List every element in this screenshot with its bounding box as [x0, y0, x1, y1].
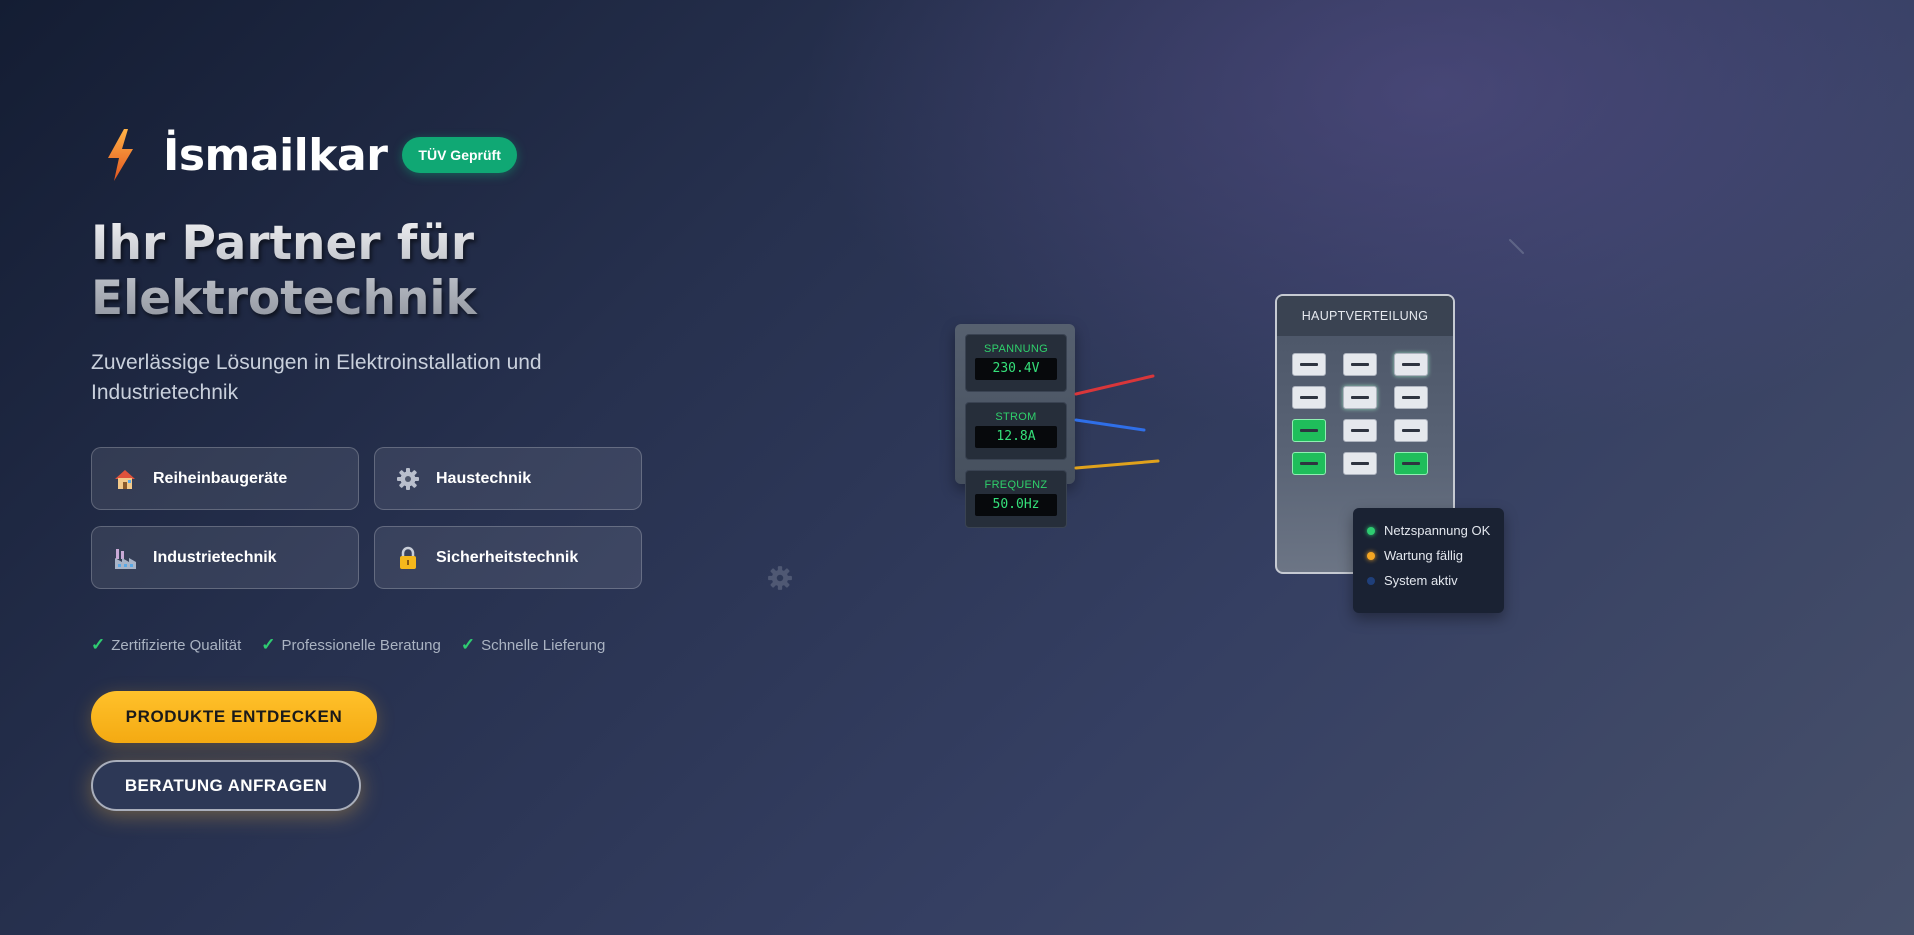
spark-icon	[1508, 238, 1526, 261]
meter-label: STROM	[995, 411, 1037, 423]
explore-products-button[interactable]: PRODUKTE ENTDECKEN	[91, 691, 377, 743]
meter-label: SPANNUNG	[984, 343, 1048, 355]
lock-icon	[395, 545, 421, 571]
subtitle: Zuverlässige Lösungen in Elektroinstalla…	[91, 351, 542, 404]
status-row: Netzspannung OK	[1367, 523, 1490, 538]
breaker-switch[interactable]	[1292, 386, 1326, 409]
breaker-switch[interactable]	[1292, 452, 1326, 475]
checkmark-icon: ✓	[460, 635, 476, 654]
headline-line-2: Elektrotechnik	[91, 271, 477, 326]
wires	[1074, 374, 1160, 470]
request-consultation-button[interactable]: BERATUNG ANFRAGEN	[91, 760, 361, 811]
status-dot-blue	[1367, 576, 1375, 585]
feature-list: ✓ Zertifizierte Qualität ✓ Professionell…	[91, 635, 605, 655]
checkmark-icon: ✓	[261, 635, 276, 654]
status-card: Netzspannung OK Wartung fällig System ak…	[1353, 508, 1504, 613]
breaker-switch[interactable]	[1292, 353, 1326, 376]
feature-label: Professionelle Beratung	[281, 636, 441, 654]
meter-value: 230.4V	[975, 358, 1057, 380]
brand-name[interactable]: İsmailkar	[163, 130, 388, 181]
checkmark-icon: ✓	[91, 635, 106, 654]
breaker-lever	[1402, 363, 1420, 366]
headline-line-1: Ihr Partner für	[91, 216, 474, 271]
feature-label: Schnelle Lieferung	[481, 636, 606, 654]
category-card-industrietechnik[interactable]: Industrietechnik	[91, 526, 359, 589]
current-meter: STROM 12.8A	[965, 402, 1067, 460]
hero-section: İsmailkar TÜV Geprüft Ihr Partner für El…	[91, 120, 691, 811]
breaker-lever	[1402, 462, 1420, 465]
breaker-lever	[1300, 363, 1318, 366]
breaker-switch[interactable]	[1343, 353, 1377, 376]
category-label: Sicherheitstechnik	[436, 548, 579, 566]
gear-icon	[395, 466, 421, 492]
status-dot-orange	[1367, 551, 1375, 560]
status-row: System aktiv	[1367, 573, 1458, 588]
category-grid: Reiheinbaugeräte Haustechnik Industriete…	[91, 447, 642, 589]
breaker-switch[interactable]	[1292, 419, 1326, 442]
status-label: Netzspannung OK	[1384, 523, 1491, 538]
breaker-switch[interactable]	[1394, 419, 1428, 442]
status-label: Wartung fällig	[1384, 548, 1463, 563]
breaker-switch[interactable]	[1343, 419, 1377, 442]
meter-value: 12.8A	[975, 426, 1057, 448]
feature-item: ✓ Zertifizierte Qualität	[91, 635, 241, 655]
lightning-bolt-icon	[91, 120, 149, 190]
meter-panel: SPANNUNG 230.4V STROM 12.8A FREQUENZ 50.…	[955, 324, 1075, 528]
category-card-sicherheitstechnik[interactable]: Sicherheitstechnik	[374, 526, 642, 589]
breaker-lever	[1351, 462, 1369, 465]
breaker-switch[interactable]	[1394, 386, 1428, 409]
breaker-switch[interactable]	[1343, 386, 1377, 409]
breaker-grid	[1292, 353, 1428, 475]
category-card-reiheinbaugeraete[interactable]: Reiheinbaugeräte	[91, 447, 359, 510]
breaker-lever	[1300, 396, 1318, 399]
category-label: Haustechnik	[436, 469, 532, 487]
factory-icon	[112, 545, 138, 571]
voltage-meter: SPANNUNG 230.4V	[965, 334, 1067, 392]
status-dot-green	[1367, 526, 1375, 535]
breaker-switch[interactable]	[1343, 452, 1377, 475]
distribution-title: HAUPTVERTEILUNG	[1277, 296, 1453, 336]
breaker-lever	[1351, 396, 1369, 399]
feature-item: ✓ Schnelle Lieferung	[461, 635, 606, 655]
house-icon	[112, 466, 138, 492]
feature-item: ✓ Professionelle Beratung	[261, 635, 441, 655]
frequency-meter: FREQUENZ 50.0Hz	[965, 470, 1067, 528]
meter-label: FREQUENZ	[984, 479, 1048, 491]
page-title: Ihr Partner für Elektrotechnik	[91, 216, 651, 326]
brand: İsmailkar TÜV Geprüft	[91, 120, 691, 190]
breaker-lever	[1351, 363, 1369, 366]
meter-value: 50.0Hz	[975, 494, 1057, 516]
breaker-switch[interactable]	[1394, 353, 1428, 376]
breaker-lever	[1402, 396, 1420, 399]
yellow-wire	[1074, 459, 1160, 470]
gear-icon	[767, 565, 793, 596]
breaker-lever	[1300, 462, 1318, 465]
status-label: System aktiv	[1384, 573, 1458, 588]
blue-wire	[1074, 418, 1146, 432]
breaker-lever	[1351, 429, 1369, 432]
category-label: Reiheinbaugeräte	[153, 469, 288, 487]
feature-label: Zertifizierte Qualität	[111, 636, 242, 654]
status-row: Wartung fällig	[1367, 548, 1463, 563]
tuv-badge: TÜV Geprüft	[402, 137, 517, 173]
red-wire	[1074, 374, 1155, 396]
category-label: Industrietechnik	[153, 548, 277, 566]
breaker-switch[interactable]	[1394, 452, 1428, 475]
category-card-haustechnik[interactable]: Haustechnik	[374, 447, 642, 510]
breaker-lever	[1300, 429, 1318, 432]
breaker-lever	[1402, 429, 1420, 432]
